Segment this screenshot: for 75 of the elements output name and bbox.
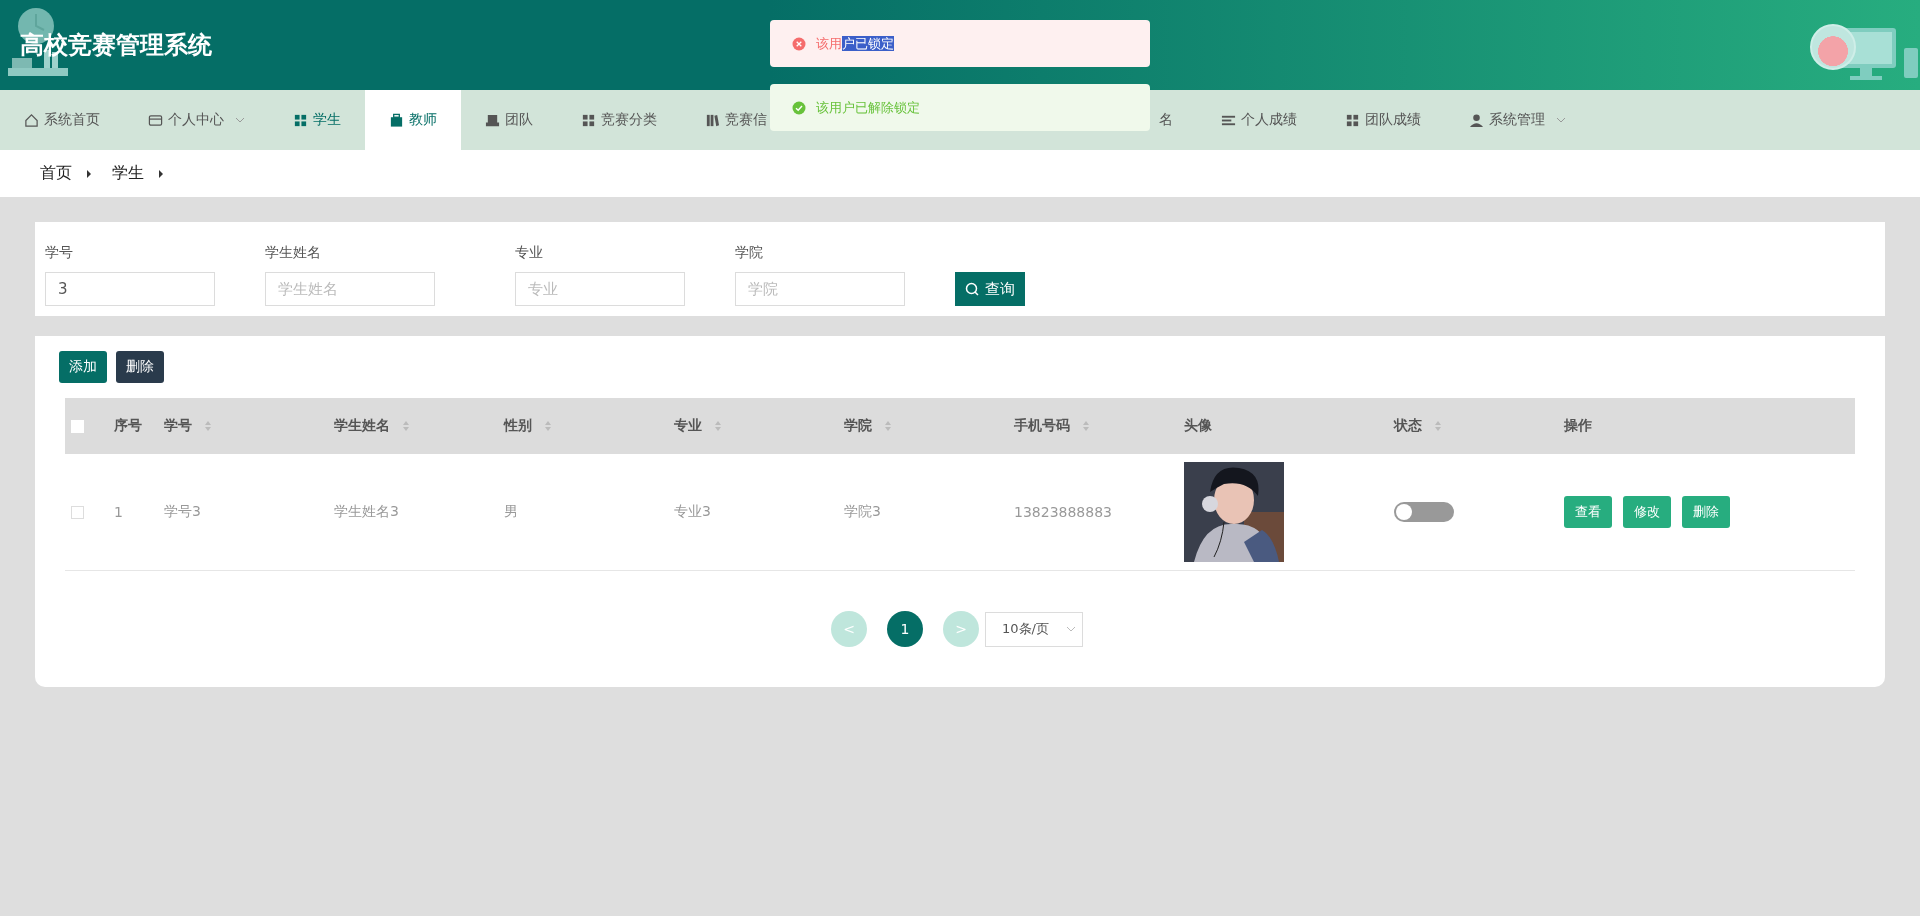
column-header: 手机号码 (1014, 417, 1070, 435)
field-label: 学号 (45, 244, 74, 262)
nav-item[interactable]: 学生 (269, 90, 365, 150)
column-header: 学号 (164, 417, 192, 435)
column-header: 操作 (1564, 417, 1592, 435)
search-icon (965, 282, 979, 296)
select-all-checkbox[interactable] (71, 419, 84, 433)
action-button[interactable]: 删除 (116, 351, 164, 383)
sort-icon[interactable] (1434, 420, 1442, 432)
grid-icon (293, 112, 308, 128)
column-header: 状态 (1394, 417, 1422, 435)
nav-item[interactable]: 系统首页 (0, 90, 124, 150)
chevron-down-icon (1556, 117, 1566, 123)
caret-right-icon (86, 168, 92, 179)
home-icon (24, 112, 39, 128)
column-header: 序号 (114, 417, 142, 435)
breadcrumb-link[interactable]: 首页 (40, 163, 72, 184)
tray-icon (485, 112, 500, 128)
table-cell: 男 (504, 503, 518, 521)
caret-right-icon (158, 168, 164, 179)
nav-item[interactable]: 团队成绩 (1321, 90, 1445, 150)
book-icon (705, 112, 720, 128)
row-checkbox[interactable] (71, 505, 84, 519)
column-header: 学院 (844, 417, 872, 435)
breadcrumb-link[interactable]: 学生 (112, 163, 144, 184)
field-label: 学生姓名 (265, 244, 322, 262)
nav-item[interactable]: 竞赛信 (681, 90, 767, 150)
field-label: 学院 (735, 244, 764, 262)
table-cell: 学生姓名3 (334, 503, 399, 521)
column-header: 性别 (504, 417, 532, 435)
table-cell: 专业3 (674, 503, 711, 521)
sort-icon[interactable] (884, 420, 892, 432)
sort-icon[interactable] (714, 420, 722, 432)
briefcase-icon (389, 112, 404, 128)
nav-item[interactable]: 个人中心 (124, 90, 269, 150)
chevron-down-icon (235, 117, 245, 123)
clock-books-drawing (8, 8, 68, 76)
table-cell: 学号3 (164, 503, 201, 521)
chevron-down-icon (1066, 626, 1076, 632)
search-field[interactable]: 3 (45, 272, 215, 306)
column-header: 头像 (1184, 417, 1212, 435)
table-cell: 学院3 (844, 503, 881, 521)
search-button[interactable]: 查询 (955, 272, 1025, 306)
grid-icon (581, 112, 596, 128)
nav-item[interactable]: 系统管理 (1445, 90, 1590, 150)
sort-icon[interactable] (402, 420, 410, 432)
search-field[interactable]: 学院 (735, 272, 905, 306)
nav-item[interactable]: 教师 (365, 90, 461, 150)
app-title: 高校竞赛管理系统 (20, 30, 212, 61)
nav-item[interactable]: 个人成绩 (1197, 90, 1321, 150)
page-button[interactable]: 1 (887, 611, 923, 647)
user-avatar[interactable] (1810, 24, 1856, 70)
success-icon (792, 100, 806, 115)
nav-item[interactable]: 名 (1159, 90, 1197, 150)
column-header: 学生姓名 (334, 417, 390, 435)
action-button[interactable]: 添加 (59, 351, 107, 383)
search-field[interactable]: 学生姓名 (265, 272, 435, 306)
search-field[interactable]: 专业 (515, 272, 685, 306)
grid-icon (1345, 112, 1360, 128)
nav-item[interactable]: 团队 (461, 90, 557, 150)
field-label: 专业 (515, 244, 544, 262)
error-icon (792, 36, 806, 51)
page-size-select[interactable]: 10条/页 (985, 611, 1083, 647)
table-cell: 13823888883 (1014, 504, 1112, 520)
toast-text: 该用户已锁定 (816, 34, 894, 53)
toast-text: 该用户已解除锁定 (816, 98, 920, 117)
sort-icon[interactable] (544, 420, 552, 432)
column-header: 专业 (674, 417, 702, 435)
table-cell: 1 (114, 504, 123, 520)
sort-icon[interactable] (204, 420, 212, 432)
sort-icon[interactable] (1082, 420, 1090, 432)
user-icon (1469, 112, 1484, 128)
nav-item[interactable]: 竞赛分类 (557, 90, 681, 150)
card-icon (148, 112, 163, 128)
status-switch[interactable] (1394, 502, 1454, 522)
